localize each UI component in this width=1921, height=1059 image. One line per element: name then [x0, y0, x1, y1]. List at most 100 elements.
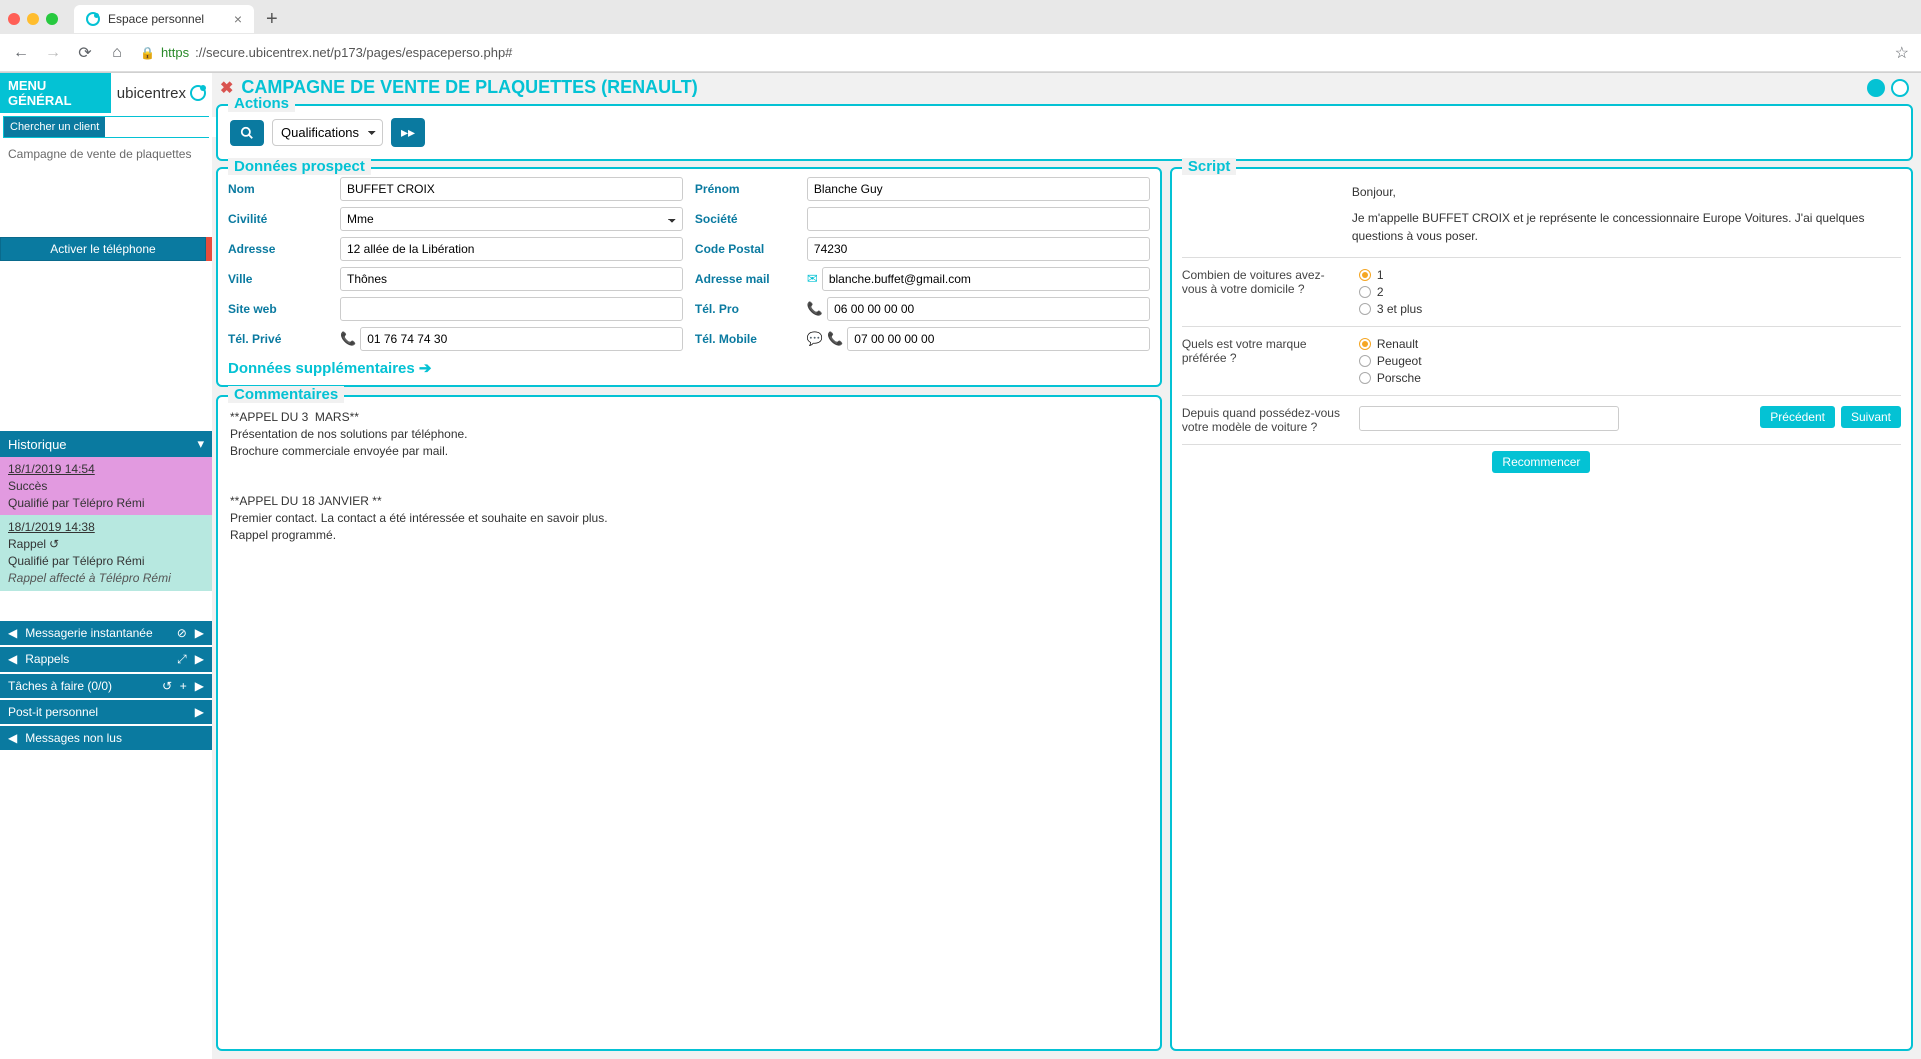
radio-icon — [1359, 372, 1371, 384]
actions-fieldset: Actions Qualifications ▸▸ — [216, 104, 1913, 161]
search-client: Chercher un client — [3, 116, 209, 138]
input-telpro[interactable] — [827, 297, 1150, 321]
label-nom: Nom — [228, 182, 328, 196]
script-question-3: Depuis quand possédez-vous votre modèle … — [1182, 395, 1901, 445]
input-mail[interactable] — [822, 267, 1150, 291]
input-telmob[interactable] — [847, 327, 1150, 351]
history-item[interactable]: 18/1/2019 14:54 Succès Qualifié par Télé… — [0, 457, 212, 515]
sms-icon: 💬 — [807, 331, 823, 347]
input-adresse[interactable] — [340, 237, 683, 261]
label-cp: Code Postal — [695, 242, 795, 256]
chevron-down-icon: ▾ — [197, 436, 204, 452]
arrow-right-icon: ➔ — [419, 360, 432, 377]
history-item[interactable]: 18/1/2019 14:38 Rappel ↻ Qualifié par Té… — [0, 515, 212, 590]
caret-right-icon: ▶ — [195, 679, 204, 693]
caret-right-icon: ▶ — [195, 652, 204, 666]
window-minimize-icon[interactable] — [27, 13, 39, 25]
caret-left-icon: ◀ — [8, 731, 17, 745]
go-button[interactable]: ▸▸ — [391, 118, 425, 147]
reload-icon[interactable]: ⟳ — [76, 43, 94, 63]
input-ville[interactable] — [340, 267, 683, 291]
campaign-link[interactable]: Campagne de vente de plaquettes — [0, 141, 212, 167]
donnees-supplementaires-toggle[interactable]: Données supplémentaires ➔ — [228, 359, 1150, 377]
label-prenom: Prénom — [695, 182, 795, 196]
input-nom[interactable] — [340, 177, 683, 201]
select-civilite[interactable]: Mme — [340, 207, 683, 231]
phone-icon: 📞 — [340, 331, 356, 347]
window-maximize-icon[interactable] — [46, 13, 58, 25]
script-legend: Script — [1182, 158, 1237, 175]
bookmark-icon[interactable]: ☆ — [1895, 43, 1909, 63]
favicon-icon — [86, 12, 100, 26]
search-client-label: Chercher un client — [4, 117, 105, 137]
input-q3[interactable] — [1359, 406, 1619, 431]
search-button[interactable] — [230, 120, 264, 146]
radio-icon — [1359, 286, 1371, 298]
comments-fieldset: Commentaires **APPEL DU 3 MARS** Présent… — [216, 395, 1162, 1051]
radio-q2-opt1[interactable]: Renault — [1359, 337, 1422, 351]
comments-legend: Commentaires — [228, 386, 344, 403]
radio-q1-opt1[interactable]: 1 — [1359, 268, 1422, 282]
help-icon[interactable] — [1891, 79, 1909, 97]
refresh-icon: ↻ — [162, 679, 172, 693]
menu-general-button[interactable]: MENU GÉNÉRAL — [0, 73, 111, 113]
browser-tab[interactable]: Espace personnel × — [74, 5, 254, 33]
forward-icon[interactable]: → — [44, 44, 62, 62]
caret-left-icon: ◀ — [8, 626, 17, 640]
actions-legend: Actions — [228, 95, 295, 112]
historique-header[interactable]: Historique ▾ — [0, 431, 212, 457]
label-mail: Adresse mail — [695, 272, 795, 286]
label-adresse: Adresse — [228, 242, 328, 256]
search-icon — [240, 126, 254, 140]
label-telprive: Tél. Privé — [228, 332, 328, 346]
suivant-button[interactable]: Suivant — [1841, 406, 1901, 428]
panel-postit[interactable]: Post-it personnel ▶ — [0, 700, 212, 724]
activate-phone-button[interactable]: Activer le téléphone — [0, 237, 206, 261]
lock-icon: 🔒 — [140, 46, 155, 60]
label-civilite: Civilité — [228, 212, 328, 226]
caret-right-icon: ▶ — [195, 626, 204, 640]
page-title: CAMPAGNE DE VENTE DE PLAQUETTES (RENAULT… — [241, 77, 697, 98]
recommencer-button[interactable]: Recommencer — [1492, 451, 1590, 473]
address-bar[interactable]: 🔒 https://secure.ubicentrex.net/p173/pag… — [140, 45, 1881, 60]
forward-double-icon: ▸▸ — [401, 124, 415, 140]
input-site[interactable] — [340, 297, 683, 321]
ubicentrex-logo-icon — [190, 85, 206, 101]
refresh-icon: ↻ — [49, 536, 59, 553]
tab-close-icon[interactable]: × — [234, 11, 242, 27]
precedent-button[interactable]: Précédent — [1760, 406, 1835, 428]
tab-title: Espace personnel — [108, 12, 204, 26]
radio-q1-opt2[interactable]: 2 — [1359, 285, 1422, 299]
panel-rappels[interactable]: ◀ Rappels ⤢ ▶ — [0, 647, 212, 672]
back-icon[interactable]: ← — [12, 44, 30, 62]
radio-icon — [1359, 303, 1371, 315]
caret-left-icon: ◀ — [8, 652, 17, 666]
script-question-1: Combien de voitures avez-vous à votre do… — [1182, 257, 1901, 326]
home-icon[interactable]: ⌂ — [108, 44, 126, 62]
label-societe: Société — [695, 212, 795, 226]
comments-text[interactable]: **APPEL DU 3 MARS** Présentation de nos … — [228, 405, 1150, 1041]
input-societe[interactable] — [807, 207, 1150, 231]
new-tab-button[interactable]: + — [260, 8, 284, 31]
prospect-legend: Données prospect — [228, 158, 371, 175]
window-close-icon[interactable] — [8, 13, 20, 25]
prospect-fieldset: Données prospect Nom Prénom Civilité Mme… — [216, 167, 1162, 387]
sidebar: MENU GÉNÉRAL ubicentrex Chercher un clie… — [0, 73, 212, 1059]
qualifications-select[interactable]: Qualifications — [272, 119, 383, 146]
script-intro: Bonjour, Je m'appelle BUFFET CROIX et je… — [1182, 177, 1901, 257]
radio-q1-opt3[interactable]: 3 et plus — [1359, 302, 1422, 316]
notification-icon[interactable] — [1867, 79, 1885, 97]
radio-icon — [1359, 338, 1371, 350]
panel-messagerie[interactable]: ◀ Messagerie instantanée ⊘ ▶ — [0, 621, 212, 645]
caret-right-icon: ▶ — [195, 705, 204, 719]
input-telprive[interactable] — [360, 327, 683, 351]
input-prenom[interactable] — [807, 177, 1150, 201]
panel-taches[interactable]: Tâches à faire (0/0) ↻ + ▶ — [0, 674, 212, 698]
radio-q2-opt3[interactable]: Porsche — [1359, 371, 1422, 385]
label-telmob: Tél. Mobile — [695, 332, 795, 346]
panel-messages[interactable]: ◀ Messages non lus — [0, 726, 212, 750]
radio-icon — [1359, 355, 1371, 367]
expand-icon: ⤢ — [177, 652, 187, 667]
input-cp[interactable] — [807, 237, 1150, 261]
radio-q2-opt2[interactable]: Peugeot — [1359, 354, 1422, 368]
